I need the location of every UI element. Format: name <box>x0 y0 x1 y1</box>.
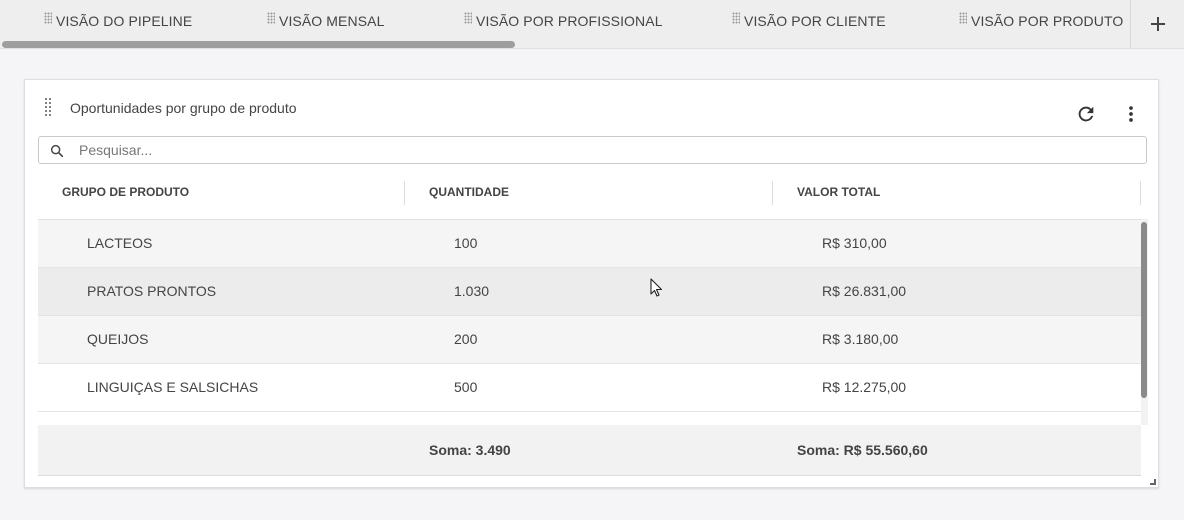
column-divider[interactable] <box>1140 181 1141 205</box>
grid-header: GRUPO DE PRODUTO QUANTIDADE VALOR TOTAL <box>38 173 1141 219</box>
add-tab-button[interactable] <box>1130 0 1184 48</box>
table-row[interactable]: QUEIJOS 200 R$ 3.180,00 <box>38 316 1141 364</box>
plus-icon <box>1151 17 1165 31</box>
more-options-button[interactable] <box>1117 100 1145 128</box>
sum-quantidade: Soma: 3.490 <box>429 442 511 458</box>
cell-quantidade: 1.030 <box>454 283 490 299</box>
tab-visao-mensal[interactable]: VISÃO MENSAL <box>267 0 384 42</box>
refresh-icon <box>1078 106 1094 122</box>
table-row[interactable]: LACTEOS 100 R$ 310,00 <box>38 220 1141 268</box>
tab-visao-cliente[interactable]: VISÃO POR CLIENTE <box>732 0 886 42</box>
column-header-quantidade[interactable]: QUANTIDADE <box>429 173 509 219</box>
refresh-button[interactable] <box>1072 100 1100 128</box>
cell-grupo: LACTEOS <box>87 235 153 251</box>
drag-grip-icon <box>267 12 275 24</box>
tab-visao-profissional[interactable]: VISÃO POR PROFISSIONAL <box>464 0 663 42</box>
tab-visao-pipeline[interactable]: VISÃO DO PIPELINE <box>44 0 192 42</box>
drag-grip-icon <box>959 12 967 24</box>
drag-handle-icon[interactable] <box>44 97 52 117</box>
tab-label: VISÃO DO PIPELINE <box>56 13 193 29</box>
grid-vertical-scrollbar[interactable] <box>1141 222 1147 398</box>
column-header-valor[interactable]: VALOR TOTAL <box>797 173 880 219</box>
tab-bar: VISÃO DO PIPELINE VISÃO MENSAL VISÃO POR… <box>0 0 1184 49</box>
cell-grupo: LINGUIÇAS E SALSICHAS <box>87 379 259 395</box>
widget-card: Oportunidades por grupo de produto GRUPO… <box>24 79 1159 488</box>
tab-label: VISÃO POR PRODUTO <box>971 13 1124 29</box>
tab-label: VISÃO POR CLIENTE <box>744 13 886 29</box>
table-row[interactable]: LINGUIÇAS E SALSICHAS 500 R$ 12.275,00 <box>38 364 1141 412</box>
search-input[interactable] <box>79 140 1129 160</box>
search-icon <box>50 144 64 158</box>
tabs-horizontal-scrollbar[interactable] <box>2 41 515 48</box>
cell-valor: R$ 3.180,00 <box>822 331 899 347</box>
sum-valor: Soma: R$ 55.560,60 <box>797 442 928 458</box>
drag-grip-icon <box>464 12 472 24</box>
mouse-cursor-icon <box>650 278 663 297</box>
search-box <box>38 136 1147 164</box>
widget-title: Oportunidades por grupo de produto <box>70 100 297 116</box>
cell-grupo: PRATOS PRONTOS <box>87 283 217 299</box>
drag-grip-icon <box>732 12 740 24</box>
drag-grip-icon <box>44 12 52 24</box>
cell-quantidade: 200 <box>454 331 478 347</box>
tab-label: VISÃO MENSAL <box>279 13 385 29</box>
grid-body: LACTEOS 100 R$ 310,00 PRATOS PRONTOS 1.0… <box>38 219 1141 412</box>
cell-grupo: QUEIJOS <box>87 331 149 347</box>
tab-visao-produto[interactable]: VISÃO POR PRODUTO <box>959 0 1123 42</box>
more-vert-icon <box>1129 106 1133 122</box>
grid-footer: Soma: 3.490 Soma: R$ 55.560,60 <box>38 425 1141 476</box>
cell-quantidade: 100 <box>454 235 478 251</box>
tab-label: VISÃO POR PROFISSIONAL <box>476 13 663 29</box>
column-divider[interactable] <box>772 181 773 205</box>
column-divider[interactable] <box>404 181 405 205</box>
cell-quantidade: 500 <box>454 379 478 395</box>
cell-valor: R$ 26.831,00 <box>822 283 907 299</box>
resize-handle-icon[interactable] <box>1150 479 1156 485</box>
cell-valor: R$ 310,00 <box>822 235 887 251</box>
column-header-grupo[interactable]: GRUPO DE PRODUTO <box>62 173 189 219</box>
table-row[interactable]: PRATOS PRONTOS 1.030 R$ 26.831,00 <box>38 268 1141 316</box>
cell-valor: R$ 12.275,00 <box>822 379 907 395</box>
